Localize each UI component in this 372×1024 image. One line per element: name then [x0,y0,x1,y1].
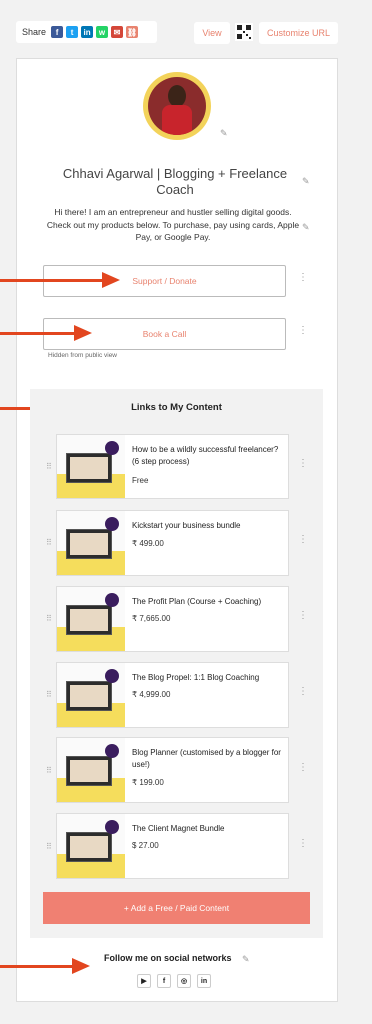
item-title: The Blog Propel: 1:1 Blog Coaching [132,673,260,682]
more-options-icon[interactable]: ⋮ [298,611,308,621]
profile-name: Chhavi Agarwal | Blogging + Freelance Co… [62,166,288,197]
product-thumbnail [57,587,125,651]
item-title: The Profit Plan (Course + Coaching) [132,597,262,606]
youtube-icon[interactable]: ▶ [137,974,151,988]
product-thumbnail [57,814,125,878]
content-item[interactable]: The Blog Propel: 1:1 Blog Coaching ₹ 4,9… [56,662,289,728]
link-icon[interactable]: ⛓ [126,26,139,38]
item-price: $ 27.00 [132,841,159,850]
more-options-icon[interactable]: ⋮ [298,763,308,773]
drag-handle-icon[interactable]: ⠿ [46,766,52,775]
twitter-icon[interactable]: t [66,26,79,38]
item-title: The Client Magnet Bundle [132,824,225,833]
content-item[interactable]: Blog Planner (customised by a blogger fo… [56,737,289,803]
drag-handle-icon[interactable]: ⠿ [46,842,52,851]
add-content-button[interactable]: + Add a Free / Paid Content [43,892,310,924]
instagram-icon[interactable]: ◎ [177,974,191,988]
edit-name-icon[interactable]: ✎ [302,176,310,187]
item-price: ₹ 499.00 [132,539,164,548]
linkedin-icon[interactable]: in [197,974,211,988]
drag-handle-icon[interactable]: ⠿ [46,690,52,699]
share-label: Share [22,27,47,37]
more-options-icon[interactable]: ⋮ [298,326,308,336]
item-price: ₹ 7,665.00 [132,614,171,623]
facebook-icon[interactable]: f [157,974,171,988]
product-thumbnail [57,738,125,802]
item-title: Kickstart your business bundle [132,521,241,530]
drag-handle-icon[interactable]: ⠿ [46,538,52,547]
profile-bio: Hi there! I am an entrepreneur and hustl… [46,207,300,242]
content-item[interactable]: How to be a wildly successful freelancer… [56,434,289,499]
item-price: Free [132,476,149,485]
more-options-icon[interactable]: ⋮ [298,459,308,469]
more-options-icon[interactable]: ⋮ [298,535,308,545]
content-item[interactable]: The Profit Plan (Course + Coaching) ₹ 7,… [56,586,289,652]
product-thumbnail [57,663,125,727]
share-bar: Share f t in w ✉ ⛓ [16,21,157,43]
more-options-icon[interactable]: ⋮ [298,687,308,697]
drag-handle-icon[interactable]: ⠿ [46,614,52,623]
product-thumbnail [57,511,125,575]
social-section-title: Follow me on social networks [104,953,232,963]
email-icon[interactable]: ✉ [111,26,124,38]
section-title: Links to My Content [131,402,222,413]
more-options-icon[interactable]: ⋮ [298,273,308,283]
edit-social-icon[interactable]: ✎ [242,954,250,965]
content-item[interactable]: Kickstart your business bundle ₹ 499.00 [56,510,289,576]
view-button[interactable]: View [194,22,230,44]
content-item[interactable]: The Client Magnet Bundle $ 27.00 [56,813,289,879]
drag-handle-icon[interactable]: ⠿ [46,462,52,471]
linkedin-icon[interactable]: in [81,26,94,38]
qr-code-icon[interactable] [235,23,253,41]
item-price: ₹ 4,999.00 [132,690,171,699]
item-title: Blog Planner (customised by a blogger fo… [132,748,281,769]
more-options-icon[interactable]: ⋮ [298,839,308,849]
whatsapp-icon[interactable]: w [96,26,109,38]
facebook-icon[interactable]: f [51,26,64,38]
item-price: ₹ 199.00 [132,778,164,787]
customize-url-button[interactable]: Customize URL [259,22,338,44]
avatar [143,72,211,140]
product-thumbnail [57,435,125,498]
item-title: How to be a wildly successful freelancer… [132,445,279,466]
edit-bio-icon[interactable]: ✎ [302,222,310,233]
hidden-note: Hidden from public view [48,352,118,359]
edit-avatar-icon[interactable]: ✎ [220,128,228,139]
